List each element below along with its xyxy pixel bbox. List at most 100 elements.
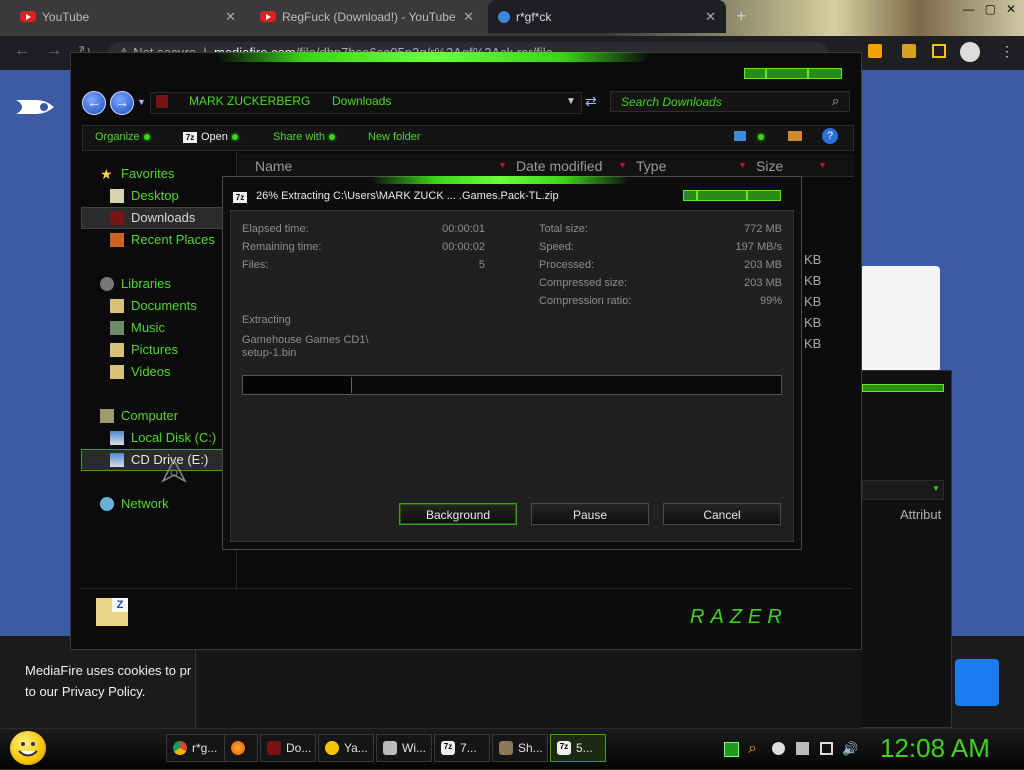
column-header-attributes[interactable]: Attribut: [900, 507, 941, 522]
column-header-type[interactable]: Type: [636, 158, 666, 174]
sort-arrow-icon[interactable]: ▼: [818, 160, 827, 170]
close-tab-icon[interactable]: ✕: [705, 9, 716, 25]
cookie-line: MediaFire uses cookies to pr: [25, 663, 192, 678]
browser-tab-regfuck[interactable]: RegFuck (Download!) - YouTube ✕: [250, 0, 484, 33]
browser-tab-youtube[interactable]: YouTube ✕: [10, 0, 246, 33]
window-glow: [216, 52, 650, 62]
refresh-icon[interactable]: ⇄: [585, 93, 597, 110]
nav-local-disk[interactable]: Local Disk (C:): [110, 430, 216, 445]
nav-videos[interactable]: Videos: [110, 364, 171, 379]
nav-label: Libraries: [121, 276, 171, 291]
column-header-name[interactable]: Name: [255, 158, 292, 174]
videos-icon: [110, 364, 124, 379]
maximize-button[interactable]: [697, 190, 747, 201]
maximize-button[interactable]: [766, 68, 808, 79]
taskbar-button-7zip[interactable]: 7z 7...: [434, 734, 490, 762]
background-button[interactable]: Background: [399, 503, 517, 525]
network-tray-icon[interactable]: [820, 742, 833, 755]
preview-pane-icon[interactable]: [788, 131, 802, 141]
organize-label: Organize: [95, 131, 140, 143]
nav-pictures[interactable]: Pictures: [110, 342, 178, 357]
search-icon[interactable]: ⌕: [748, 741, 761, 757]
taskbar-button-window[interactable]: Wi...: [376, 734, 432, 762]
speed-label: Speed:: [539, 241, 574, 253]
compressed-size-label: Compressed size:: [539, 277, 628, 289]
forward-icon[interactable]: →: [46, 42, 62, 60]
new-folder-button[interactable]: New folder: [368, 131, 421, 143]
nav-network[interactable]: Network: [100, 496, 169, 511]
cookie-accept-button[interactable]: [955, 659, 999, 706]
search-icon[interactable]: ⌕: [832, 93, 839, 109]
profile-avatar[interactable]: [960, 42, 980, 62]
volume-icon[interactable]: 🔊: [842, 742, 858, 755]
forward-icon[interactable]: →: [110, 91, 134, 115]
taskbar-clock[interactable]: 12:08 AM: [880, 733, 990, 764]
taskbar-button-yahoo[interactable]: Ya...: [318, 734, 374, 762]
browser-tab-mediafire[interactable]: r*gf*ck ✕: [488, 0, 726, 33]
start-button[interactable]: [10, 731, 46, 765]
minimize-button[interactable]: [744, 68, 766, 79]
column-header-size[interactable]: Size: [756, 158, 783, 174]
share-with-button[interactable]: Share with: [273, 131, 335, 143]
nav-documents[interactable]: Documents: [110, 298, 197, 313]
sidebar-icon[interactable]: [932, 44, 946, 58]
close-tab-icon[interactable]: ✕: [225, 9, 236, 25]
minimize-button[interactable]: [683, 190, 697, 201]
maximize-icon[interactable]: ▢: [985, 2, 996, 16]
organize-button[interactable]: Organize: [95, 131, 150, 143]
flag-icon[interactable]: [796, 742, 809, 755]
extension-icon[interactable]: [868, 44, 882, 58]
view-icon[interactable]: [734, 131, 746, 141]
extension-icon[interactable]: [902, 44, 916, 58]
nav-music[interactable]: Music: [110, 320, 165, 335]
nav-libraries[interactable]: Libraries: [100, 276, 171, 291]
remaining-time-value: 00:00:02: [442, 241, 485, 253]
close-button[interactable]: [747, 190, 781, 201]
nav-computer[interactable]: Computer: [100, 408, 178, 423]
view-options-icon[interactable]: [758, 134, 764, 140]
close-tab-icon[interactable]: ✕: [463, 9, 474, 25]
smiley-icon: [18, 742, 38, 757]
help-icon[interactable]: ?: [822, 128, 838, 144]
nav-label: Documents: [131, 298, 197, 313]
pause-button[interactable]: Pause: [531, 503, 649, 525]
nav-desktop[interactable]: Desktop: [110, 188, 179, 203]
minimize-icon[interactable]: —: [963, 2, 975, 16]
search-input[interactable]: Search Downloads: [610, 91, 850, 112]
breadcrumb-user[interactable]: MARK ZUCKERBERG: [189, 94, 310, 108]
taskbar-button-firefox[interactable]: [224, 734, 258, 762]
computer-icon: [100, 408, 114, 423]
privacy-policy-link[interactable]: to our Privacy Policy.: [25, 681, 195, 702]
nav-favorites[interactable]: ★ Favorites: [100, 166, 174, 181]
close-window-icon[interactable]: ✕: [1006, 2, 1016, 16]
cancel-button[interactable]: Cancel: [663, 503, 781, 525]
column-header-date[interactable]: Date modified: [516, 158, 602, 174]
sort-arrow-icon[interactable]: ▼: [498, 160, 507, 170]
breadcrumb-downloads[interactable]: Downloads: [332, 94, 391, 108]
recent-pages-icon[interactable]: ▼: [137, 97, 146, 107]
new-tab-icon[interactable]: +: [736, 6, 747, 27]
zip-badge-icon: Z: [112, 598, 128, 612]
files-label: Files:: [242, 259, 269, 271]
sort-arrow-icon[interactable]: ▼: [738, 160, 747, 170]
nav-recent-places[interactable]: Recent Places: [110, 232, 215, 247]
taskbar-button-7zip-progress[interactable]: 7z 5...: [550, 734, 606, 762]
tray-status-icon[interactable]: [772, 742, 785, 755]
nav-label: Local Disk (C:): [131, 430, 217, 445]
sort-arrow-icon[interactable]: ▼: [618, 160, 627, 170]
taskbar-button-shortcut[interactable]: Sh...: [492, 734, 548, 762]
close-button[interactable]: [808, 68, 842, 79]
nav-downloads[interactable]: Downloads: [110, 210, 195, 225]
open-label: Open: [201, 131, 228, 143]
back-icon[interactable]: ←: [82, 91, 106, 115]
back-icon[interactable]: ←: [14, 42, 30, 60]
libraries-icon: [100, 276, 114, 291]
youtube-icon: [20, 11, 36, 22]
open-button[interactable]: 7z Open: [183, 131, 238, 143]
taskbar-button-chrome[interactable]: r*g...: [166, 734, 232, 762]
menu-icon[interactable]: ⋮: [1000, 43, 1014, 60]
taskbar-button-downloads[interactable]: Do...: [260, 734, 316, 762]
chevron-down-icon[interactable]: ▼: [566, 96, 576, 107]
tray-app-icon[interactable]: [724, 742, 739, 757]
taskbar-label: r*g...: [192, 741, 218, 755]
